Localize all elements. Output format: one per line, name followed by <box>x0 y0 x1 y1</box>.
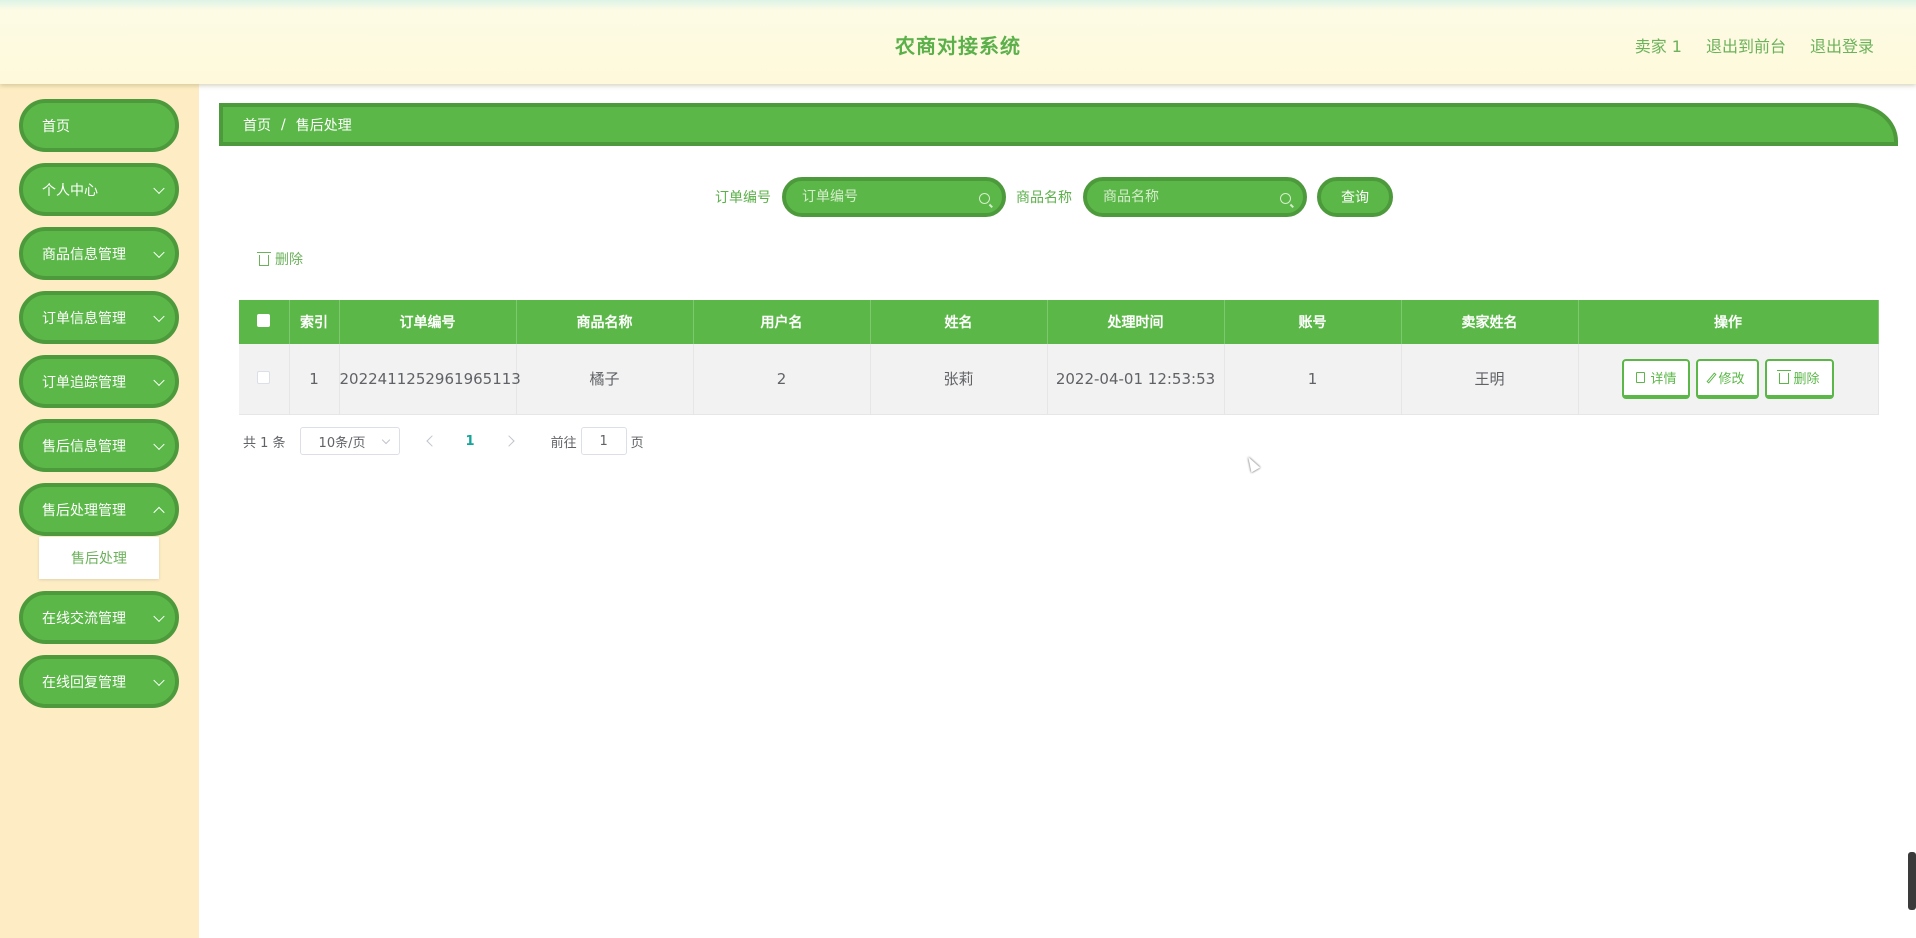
header-actions: 卖家 1 退出到前台 退出登录 <box>1635 33 1874 57</box>
sidebar-item-order-tracking[interactable]: 订单追踪管理 <box>19 355 179 408</box>
product-name-search-box <box>1083 177 1307 217</box>
sidebar-item-order-info[interactable]: 订单信息管理 <box>19 291 179 344</box>
cell-actions: 详情 修改 删除 <box>1578 344 1879 415</box>
select-all-cell <box>239 300 290 344</box>
document-icon <box>1636 372 1646 384</box>
sidebar-item-label: 售后信息管理 <box>42 438 126 455</box>
cell-index: 1 <box>289 344 340 415</box>
logout-link[interactable]: 退出登录 <box>1810 33 1874 57</box>
sidebar-item-label: 商品信息管理 <box>42 246 126 263</box>
chevron-down-icon <box>153 246 165 258</box>
batch-delete-button[interactable]: 删除 <box>257 249 303 269</box>
page-size-select[interactable]: 10条/页 <box>299 427 400 455</box>
app-title: 农商对接系统 <box>895 34 1021 58</box>
aftersale-table: 索引 订单编号 商品名称 用户名 姓名 处理时间 账号 卖家姓名 操作 1 20… <box>239 300 1879 415</box>
chevron-down-icon <box>153 674 165 686</box>
breadcrumb: 首页 / 售后处理 <box>219 103 1898 146</box>
next-page-icon[interactable] <box>502 435 515 447</box>
cell-username: 2 <box>693 344 871 415</box>
order-no-label: 订单编号 <box>715 190 771 206</box>
chevron-down-icon <box>153 182 165 194</box>
sidebar-item-online-reply[interactable]: 在线回复管理 <box>19 655 179 708</box>
cell-product: 橘子 <box>516 344 694 415</box>
submenu-item-aftersale-processing[interactable]: 售后处理 <box>39 537 159 579</box>
pagination-total: 共 1 条 <box>243 435 286 451</box>
pagination: 共 1 条 10条/页 1 前往 页 <box>243 427 644 455</box>
column-header: 处理时间 <box>1047 300 1225 344</box>
chevron-down-icon <box>153 374 165 386</box>
cell-seller: 王明 <box>1401 344 1579 415</box>
sidebar-item-label: 售后处理管理 <box>42 502 126 519</box>
row-select-cell <box>239 344 290 415</box>
product-name-input[interactable] <box>1103 189 1273 205</box>
sidebar-item-home[interactable]: 首页 <box>19 99 179 152</box>
goto-page-input[interactable] <box>580 427 627 455</box>
chevron-down-icon <box>153 310 165 322</box>
edit-button[interactable]: 修改 <box>1696 358 1759 399</box>
page-suffix: 页 <box>630 435 644 451</box>
top-header: 农商对接系统 卖家 1 退出到前台 退出登录 <box>0 0 1916 84</box>
sidebar-item-label: 订单信息管理 <box>42 310 126 327</box>
sidebar-item-label: 订单追踪管理 <box>42 374 126 391</box>
search-icon <box>1280 193 1291 204</box>
sidebar-item-aftersale-processing[interactable]: 售后处理管理 <box>19 483 179 536</box>
breadcrumb-separator: / <box>281 116 286 133</box>
trash-icon <box>1776 370 1791 385</box>
exit-to-front-link[interactable]: 退出到前台 <box>1706 33 1786 57</box>
chevron-up-icon <box>153 506 165 518</box>
order-no-search-box <box>782 177 1006 217</box>
detail-button[interactable]: 详情 <box>1622 358 1691 399</box>
chevron-down-icon <box>153 438 165 450</box>
column-header: 姓名 <box>870 300 1048 344</box>
row-delete-button[interactable]: 删除 <box>1764 358 1834 399</box>
column-header: 用户名 <box>693 300 871 344</box>
column-header: 操作 <box>1578 300 1879 344</box>
column-header: 商品名称 <box>516 300 694 344</box>
delete-label: 删除 <box>1793 372 1820 388</box>
mouse-cursor-icon <box>1243 454 1261 473</box>
trash-icon <box>257 251 271 266</box>
breadcrumb-home[interactable]: 首页 <box>243 115 271 135</box>
chevron-down-icon <box>381 435 390 445</box>
column-header: 索引 <box>289 300 340 344</box>
sidebar-item-personal-center[interactable]: 个人中心 <box>19 163 179 216</box>
table-row: 1 2022411252961965113 橘子 2 张莉 2022-04-01… <box>239 344 1879 415</box>
search-icon <box>979 193 990 204</box>
sidebar-item-online-chat[interactable]: 在线交流管理 <box>19 591 179 644</box>
detail-label: 详情 <box>1650 372 1677 388</box>
prev-page-icon[interactable] <box>425 435 438 447</box>
table-header-row: 索引 订单编号 商品名称 用户名 姓名 处理时间 账号 卖家姓名 操作 <box>239 300 1879 344</box>
chevron-down-icon <box>153 610 165 622</box>
cell-name: 张莉 <box>870 344 1048 415</box>
order-no-input[interactable] <box>802 189 972 205</box>
select-all-checkbox[interactable] <box>257 313 271 327</box>
page-size-value: 10条/页 <box>318 435 366 451</box>
column-header: 卖家姓名 <box>1401 300 1579 344</box>
sidebar-item-label: 在线交流管理 <box>42 610 126 627</box>
sidebar-item-aftersale-info[interactable]: 售后信息管理 <box>19 419 179 472</box>
edit-label: 修改 <box>1718 372 1745 388</box>
row-checkbox[interactable] <box>257 370 271 384</box>
product-name-label: 商品名称 <box>1016 190 1072 206</box>
sidebar-item-label: 在线回复管理 <box>42 674 126 691</box>
sidebar-item-product-info[interactable]: 商品信息管理 <box>19 227 179 280</box>
sidebar-item-label: 首页 <box>42 118 70 135</box>
page-number[interactable]: 1 <box>466 434 475 449</box>
cell-account: 1 <box>1224 344 1402 415</box>
column-header: 订单编号 <box>339 300 517 344</box>
cell-time: 2022-04-01 12:53:53 <box>1047 344 1225 415</box>
batch-delete-label: 删除 <box>275 252 303 268</box>
column-header: 账号 <box>1224 300 1402 344</box>
scrollbar[interactable] <box>1908 852 1916 910</box>
cell-order-no: 2022411252961965113 <box>339 344 521 415</box>
current-user-link[interactable]: 卖家 1 <box>1635 33 1682 57</box>
query-button[interactable]: 查询 <box>1317 177 1393 217</box>
sidebar-item-label: 个人中心 <box>42 182 98 199</box>
breadcrumb-current: 售后处理 <box>295 117 352 134</box>
goto-label: 前往 <box>550 435 577 451</box>
edit-icon <box>1706 372 1717 384</box>
